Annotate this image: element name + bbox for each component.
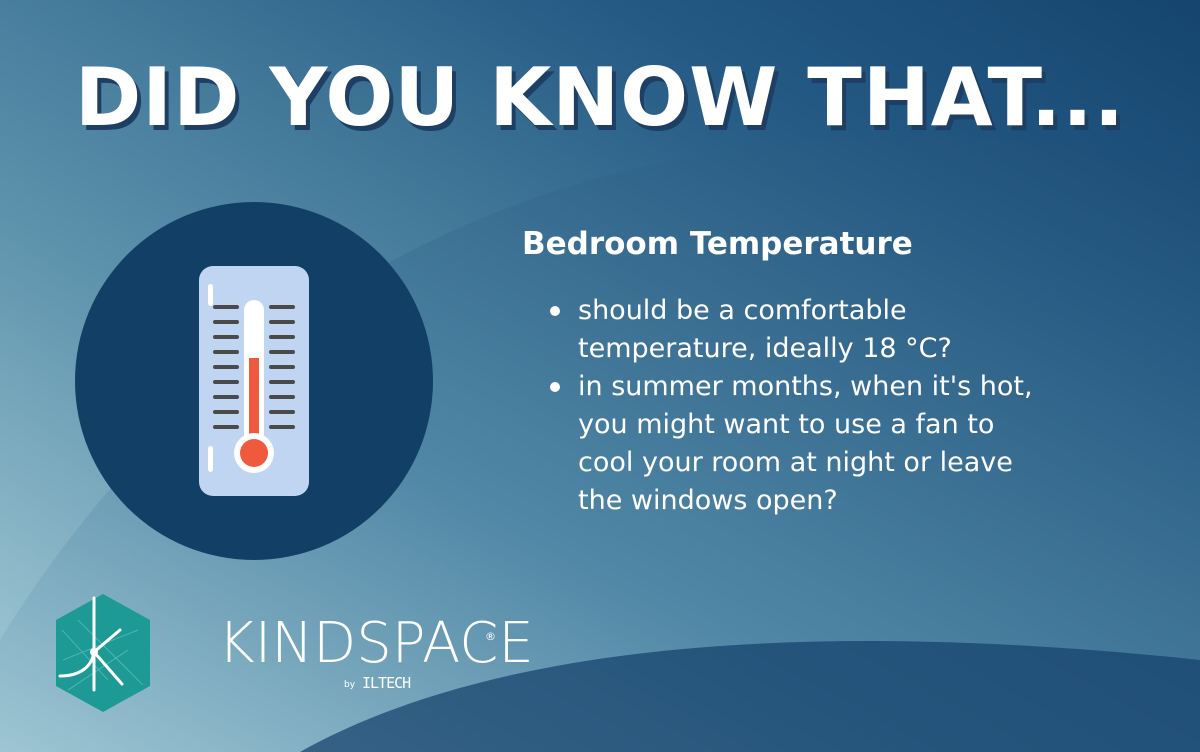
kindspace-logo: KINDSPACE ® by ILTECH: [48, 590, 534, 720]
fact-line: you might want to use a fan to: [578, 409, 995, 440]
fact-item: should be a comfortable temperature, ide…: [550, 292, 1162, 368]
fact-item: in summer months, when it's hot, you mig…: [550, 368, 1162, 520]
info-panel: Bedroom Temperature should be a comforta…: [522, 222, 1162, 520]
thermometer-illustration: [75, 202, 433, 560]
logo-wordmark: KINDSPACE: [218, 611, 534, 676]
info-title: Bedroom Temperature: [522, 226, 913, 262]
thermometer-icon: [199, 266, 309, 496]
bullet-icon: [550, 306, 560, 316]
registered-mark: ®: [485, 630, 496, 643]
bullet-icon: [550, 382, 560, 392]
fact-line: cool your room at night or leave: [578, 447, 1013, 478]
kindspace-hexagon-logo: [56, 594, 150, 712]
fact-line: temperature, ideally 18 °C?: [578, 333, 952, 364]
headline: DID YOU KNOW THAT...: [74, 51, 1126, 144]
logo-subbrand: ILTECH: [362, 674, 411, 692]
logo-by: by: [344, 680, 356, 690]
fact-line: the windows open?: [578, 485, 838, 516]
fact-list: should be a comfortable temperature, ide…: [522, 292, 1162, 520]
fact-line: should be a comfortable: [578, 295, 907, 326]
fact-line: in summer months, when it's hot,: [578, 371, 1033, 402]
